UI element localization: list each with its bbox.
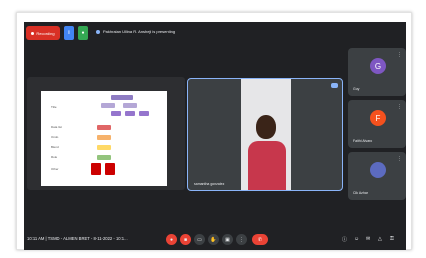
hand-raise-icon[interactable]: ✋ (208, 234, 219, 245)
presenting-banner: Pakhraian Ullina R. Ansheji is presentin… (96, 29, 175, 34)
slide-block (125, 111, 135, 116)
slide-block (101, 103, 115, 108)
slide-row-label: Title (51, 105, 57, 109)
mic-off-icon[interactable]: ● (166, 234, 177, 245)
slide-block (97, 135, 111, 140)
recording-label: Recording (36, 30, 55, 36)
bottom-bar: 10:11 AM | TSMD - ALMEN BRET - 8-11-2022… (24, 230, 406, 250)
participant-name: Guy (353, 87, 360, 91)
top-bar: Recording i ● Pakhraian Ullina R. Anshej… (24, 22, 406, 44)
participant-tile[interactable]: ⋮ F Faithi Alvaro (348, 100, 406, 148)
avatar: G (370, 58, 386, 74)
present-icon (96, 29, 100, 34)
info-icon[interactable]: ⓘ (342, 236, 347, 243)
captions-icon[interactable]: ▭ (194, 234, 205, 245)
more-options-icon[interactable]: ⋮ (397, 52, 402, 58)
screen-share-tile[interactable]: Title Data list Ondo Blend Role Other (27, 77, 185, 190)
slide-block (123, 103, 137, 108)
record-dot-icon (31, 31, 35, 35)
tile-options-icon[interactable] (331, 83, 338, 88)
participant-video (248, 141, 286, 190)
chat-icon[interactable]: ✉ (366, 236, 370, 242)
avatar (370, 162, 386, 178)
slide-block (105, 163, 115, 175)
slide-block (97, 125, 111, 130)
slide-row-label: Other (51, 167, 59, 171)
slide-block (97, 145, 111, 150)
slide-row-label: Blend (51, 145, 59, 149)
meet-window: Recording i ● Pakhraian Ullina R. Anshej… (24, 22, 406, 250)
more-options-icon[interactable]: ⋮ (236, 234, 247, 245)
meeting-details: 10:11 AM | TSMD - ALMEN BRET - 8-11-2022… (27, 236, 128, 241)
participant-head (256, 115, 276, 139)
lock-icon[interactable]: ⚿ (390, 236, 394, 242)
slide-block (111, 111, 121, 116)
participant-name: Cik Azhar (353, 191, 368, 195)
participant-tile[interactable]: ⋮ Cik Azhar (348, 152, 406, 200)
people-icon[interactable]: ☺ (354, 236, 359, 242)
participant-tile-main[interactable]: samantha gonzalez (187, 78, 343, 191)
recording-button[interactable]: Recording (26, 26, 60, 40)
presenting-text: Pakhraian Ullina R. Ansheji is presentin… (103, 29, 176, 34)
end-call-button[interactable]: ✆ (252, 234, 268, 245)
present-screen-icon[interactable]: ▣ (222, 234, 233, 245)
shared-slide: Title Data list Ondo Blend Role Other (41, 91, 167, 186)
slide-row-label: Ondo (51, 135, 59, 139)
people-icon[interactable]: ● (78, 26, 88, 40)
slide-block (97, 155, 111, 160)
slide-row-label: Role (51, 155, 58, 159)
camera-off-icon[interactable]: ■ (180, 234, 191, 245)
slide-block (91, 163, 101, 175)
participant-tile[interactable]: ⋮ G Guy (348, 48, 406, 96)
slide-row-label: Data list (51, 125, 62, 129)
slide-block (139, 111, 149, 116)
participant-name: Faithi Alvaro (353, 139, 373, 143)
more-options-icon[interactable]: ⋮ (397, 104, 402, 110)
info-icon[interactable]: i (64, 26, 74, 40)
activities-icon[interactable]: △ (378, 236, 382, 242)
slide-block (111, 95, 133, 100)
participant-name: samantha gonzalez (194, 182, 225, 186)
more-options-icon[interactable]: ⋮ (397, 156, 402, 162)
avatar: F (370, 110, 386, 126)
